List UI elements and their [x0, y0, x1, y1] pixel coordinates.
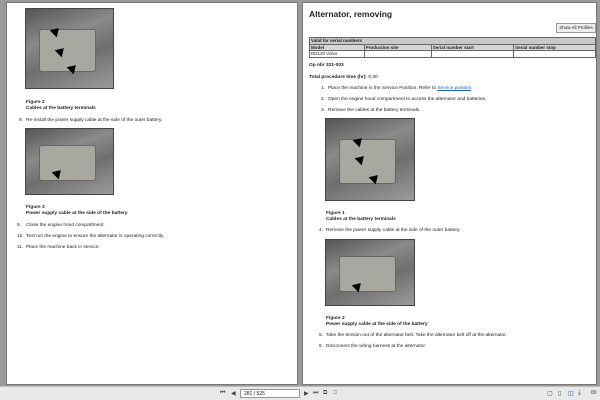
step-number: 5. [319, 333, 324, 338]
page-title: Alternator, removing [309, 9, 393, 19]
figure-label: Figure 3 [26, 205, 45, 210]
last-page-icon[interactable]: ⏭ [313, 390, 318, 397]
table-cell: DD120 Volvo [309, 50, 365, 58]
time-label: Total procedure time (hr): [309, 75, 368, 80]
step-number: 4. [319, 228, 324, 233]
continuous-page-icon[interactable]: ▯ [558, 390, 561, 397]
step-text-end: . [471, 86, 473, 91]
service-position-link[interactable]: Service position [437, 86, 471, 91]
battery-terminals-photo [325, 118, 415, 201]
previous-page-icon[interactable]: ◀ [231, 390, 236, 397]
fit-icon[interactable]: ⤓ [578, 390, 581, 397]
figure-label: Figure 1 [326, 211, 345, 216]
figure-label: Figure 2 [26, 100, 45, 105]
single-page-icon[interactable]: ▢ [547, 390, 553, 397]
step-number: 9. [17, 223, 22, 228]
step-text: Test run the engine to ensure the altern… [26, 234, 165, 239]
step-text: Take the tension out of the alternator b… [326, 333, 507, 338]
step-number: 6. [319, 344, 324, 349]
step-text: Place the machine in the Service Positio… [328, 86, 473, 91]
step-text: Remove the cables at the battery termina… [328, 108, 421, 113]
figure-caption: Cables at the battery terminals [326, 217, 396, 222]
step-number: 11. [17, 245, 24, 250]
table-cell [430, 50, 515, 58]
step-number: 10. [17, 234, 24, 239]
figure-caption: Power supply cable at the side of the ba… [326, 322, 428, 327]
step-text: Disconnect the wiring harness at the alt… [326, 344, 426, 349]
step-text: Open the engine hood compartment to acce… [328, 97, 487, 102]
battery-terminals-photo [25, 8, 114, 89]
show-all-profiles-button[interactable]: Show All Profiles [556, 23, 596, 33]
figure-caption: Power supply cable at the side of the ba… [26, 211, 128, 216]
copy-icon[interactable]: ⧉ [323, 390, 327, 397]
power-cable-photo [325, 239, 415, 306]
step-number: 3. [321, 108, 326, 113]
step-text: Close the engine hood compartment. [26, 223, 105, 228]
time-value: 0.30 [368, 75, 378, 80]
op-number: Op nbr 321-003 [309, 63, 344, 68]
step-text: Place the machine back in service. [26, 245, 100, 250]
figure-label: Figure 2 [326, 316, 345, 321]
step-text-part: Place the machine in the Service Positio… [328, 86, 438, 91]
next-page-icon[interactable]: ▶ [304, 390, 309, 397]
figure-caption: Cables at the battery terminals [26, 106, 96, 111]
table-cell [513, 50, 596, 58]
step-number: 1. [321, 86, 326, 91]
step-number: 2. [321, 97, 326, 102]
procedure-time: Total procedure time (hr): 0.30 [309, 75, 378, 80]
paste-icon[interactable]: ⧉ [333, 390, 337, 397]
right-page: Alternator, removing Show All Profiles V… [302, 2, 597, 385]
serial-numbers-table: Valid for serial numbers Model Production… [309, 37, 596, 58]
step-text: Re-install the power supply cable at the… [26, 118, 163, 123]
table-cell [363, 50, 432, 58]
left-page: Figure 2 Cables at the battery terminals… [6, 2, 298, 385]
step-number: 8. [19, 118, 24, 123]
first-page-icon[interactable]: ⏮ [220, 390, 225, 397]
page-indicator: 281 / 525 [244, 391, 265, 397]
zoom-level[interactable]: 89 [591, 390, 597, 396]
table-row: DD120 Volvo [309, 50, 596, 58]
step-text: Remove the power supply cable at the sid… [326, 228, 461, 233]
page-number-input[interactable]: 281 / 525 [240, 389, 300, 398]
bottom-toolbar: ⏮ ◀ 281 / 525 ▶ ⏭ ⧉ ⧉ ▢ ▯ ◫ ⤓ 89 [0, 386, 600, 400]
power-cable-photo [25, 128, 114, 195]
two-page-icon[interactable]: ◫ [568, 390, 574, 397]
